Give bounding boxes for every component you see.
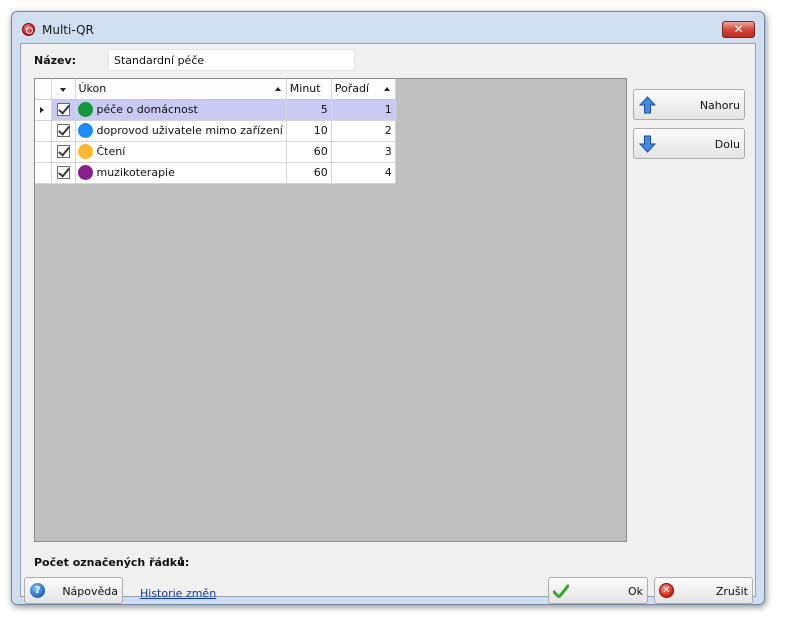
multi-qr-dialog: Multi-QR ✕ Název: Úkon Minut Pořadí [11,11,765,605]
ukon-cell[interactable]: muzikoterapie [75,162,287,184]
current-row-icon [40,107,44,113]
column-header-label: Úkon [78,82,107,96]
color-dot [77,165,93,180]
arrow-up-icon [639,96,656,114]
ukon-cell[interactable]: péče o domácnost [75,99,287,121]
actions-grid[interactable]: Úkon Minut Pořadí péče o domácnost 5 1 d… [34,78,627,542]
poradi-cell[interactable]: 3 [331,141,396,163]
title-bar[interactable]: Multi-QR ✕ [12,12,764,43]
dialog-body: Název: Úkon Minut Pořadí [20,43,756,604]
color-dot [77,123,93,138]
row-checkbox[interactable] [56,124,70,138]
row-checkbox[interactable] [56,145,70,159]
row-indicator [35,141,52,163]
column-header-poradi[interactable]: Pořadí [331,79,396,100]
column-header-ukon[interactable]: Úkon [75,79,287,100]
arrow-down-icon [639,135,656,153]
minut-cell[interactable]: 5 [286,99,332,121]
history-link[interactable]: Historie změn [140,587,216,600]
sort-ascending-icon [383,87,390,91]
row-indicator [35,120,52,142]
row-checkbox-cell[interactable] [51,162,76,184]
help-button[interactable]: ? Nápověda [24,577,123,604]
close-button[interactable]: ✕ [722,21,755,38]
app-icon [22,23,35,36]
ok-label: Ok [627,585,643,598]
move-up-label: Nahoru [699,99,740,112]
row-checkbox[interactable] [56,103,70,117]
chevron-down-icon [60,88,66,93]
table-row[interactable]: péče o domácnost 5 1 [35,99,396,121]
color-dot [77,102,93,117]
table-header: Úkon Minut Pořadí [35,79,396,100]
name-input[interactable] [108,49,355,71]
poradi-cell[interactable]: 1 [331,99,396,121]
help-icon: ? [30,583,45,598]
ok-button[interactable]: Ok [548,577,648,604]
minut-cell[interactable]: 60 [286,141,332,163]
table-row[interactable]: Čtení 60 3 [35,141,396,163]
checkmark-icon [553,584,569,598]
column-header-label: Minut [289,82,321,96]
table-row[interactable]: muzikoterapie 60 4 [35,162,396,184]
checked-count-value: 4 [177,556,184,569]
column-header-minut[interactable]: Minut [286,79,332,100]
row-checkbox-cell[interactable] [51,120,76,142]
move-up-button[interactable]: Nahoru [633,89,745,120]
row-checkbox-cell[interactable] [51,99,76,121]
cancel-icon: ✕ [659,583,674,598]
ukon-label: péče o domácnost [96,103,198,116]
row-checkbox[interactable] [56,166,70,180]
actions-table: Úkon Minut Pořadí péče o domácnost 5 1 d… [35,79,396,184]
ukon-label: Čtení [96,145,126,158]
check-column-header[interactable] [51,79,76,100]
name-label: Název: [34,54,77,67]
sort-ascending-icon [274,87,281,91]
help-label: Nápověda [62,585,118,598]
poradi-cell[interactable]: 4 [331,162,396,184]
move-down-label: Dolu [714,138,740,151]
cancel-button[interactable]: ✕ Zrušit [654,577,753,604]
move-down-button[interactable]: Dolu [633,128,745,159]
minut-cell[interactable]: 60 [286,162,332,184]
table-row[interactable]: doprovod uživatele mimo zařízení 10 2 [35,120,396,142]
window-title: Multi-QR [42,23,94,37]
poradi-cell[interactable]: 2 [331,120,396,142]
ukon-cell[interactable]: doprovod uživatele mimo zařízení [75,120,287,142]
checked-count-label: Počet označených řádků: [34,556,190,569]
minut-cell[interactable]: 10 [286,120,332,142]
ukon-label: doprovod uživatele mimo zařízení [96,124,283,137]
row-indicator [35,162,52,184]
ukon-cell[interactable]: Čtení [75,141,287,163]
column-header-label: Pořadí [334,82,370,96]
row-indicator-header [35,79,52,100]
row-checkbox-cell[interactable] [51,141,76,163]
row-indicator [35,99,52,121]
ukon-label: muzikoterapie [96,166,175,179]
color-dot [77,144,93,159]
cancel-label: Zrušit [715,585,748,598]
